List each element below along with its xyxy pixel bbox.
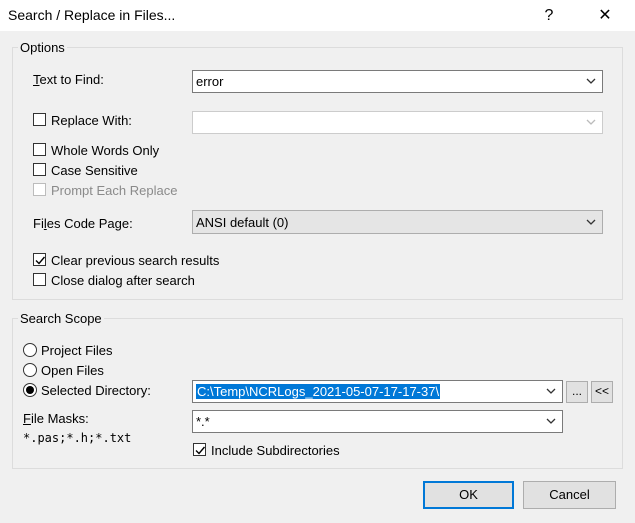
close-icon: ✕ xyxy=(598,7,612,24)
radio-dot xyxy=(26,386,34,394)
chevron-down-icon xyxy=(586,119,596,125)
directory-value-text: C:\Temp\NCRLogs_2021-05-07-17-17-37\ xyxy=(196,384,441,399)
whole-words-label: Whole Words Only xyxy=(51,143,160,158)
scope-legend: Search Scope xyxy=(18,311,104,326)
text-to-find-value[interactable]: error xyxy=(196,74,223,89)
project-files-radio[interactable] xyxy=(23,343,37,357)
text-to-find-combo[interactable]: error xyxy=(192,70,603,93)
checkmark-icon xyxy=(195,446,206,455)
open-files-label: Open Files xyxy=(41,363,104,378)
text-to-find-label: Text to Find: xyxy=(33,72,104,87)
code-page-value[interactable]: ANSI default (0) xyxy=(196,215,289,230)
directory-combo[interactable]: C:\Temp\NCRLogs_2021-05-07-17-17-37\ xyxy=(192,380,563,403)
code-page-label: Files Code Page: xyxy=(33,216,133,231)
options-legend: Options xyxy=(18,40,67,55)
clear-results-checkbox[interactable] xyxy=(33,253,46,266)
prompt-each-label: Prompt Each Replace xyxy=(51,183,178,198)
prompt-each-checkbox xyxy=(33,183,46,196)
help-button[interactable]: ? xyxy=(526,0,572,31)
chevron-down-icon xyxy=(546,418,556,424)
chevron-down-icon[interactable] xyxy=(586,78,596,85)
include-subdirs-label: Include Subdirectories xyxy=(211,443,340,458)
browse-button[interactable]: ... xyxy=(566,381,588,403)
window-title: Search / Replace in Files... xyxy=(8,7,176,23)
directory-value[interactable]: C:\Temp\NCRLogs_2021-05-07-17-17-37\ xyxy=(196,384,441,399)
include-subdirs-checkbox[interactable] xyxy=(193,443,206,456)
expand-button[interactable]: << xyxy=(591,381,613,403)
clear-results-label: Clear previous search results xyxy=(51,253,220,268)
selected-directory-radio[interactable] xyxy=(23,383,37,397)
chevron-down-icon xyxy=(586,219,596,225)
ok-button[interactable]: OK xyxy=(423,481,514,509)
help-icon: ? xyxy=(544,7,554,24)
file-masks-hint: *.pas;*.h;*.txt xyxy=(23,431,132,445)
close-after-checkbox[interactable] xyxy=(33,273,46,286)
case-sensitive-label: Case Sensitive xyxy=(51,163,138,178)
whole-words-checkbox[interactable] xyxy=(33,143,46,156)
checkmark-icon xyxy=(35,256,46,265)
project-files-label: Project Files xyxy=(41,343,113,358)
cancel-button[interactable]: Cancel xyxy=(523,481,616,509)
close-after-label: Close dialog after search xyxy=(51,273,195,288)
replace-with-checkbox[interactable] xyxy=(33,113,46,126)
case-sensitive-checkbox[interactable] xyxy=(33,163,46,176)
code-page-dropdown[interactable]: ANSI default (0) xyxy=(192,210,603,234)
close-button[interactable]: ✕ xyxy=(582,0,628,31)
chevron-down-icon xyxy=(546,388,556,394)
file-masks-value[interactable]: *.* xyxy=(196,414,210,429)
file-masks-label: File Masks: xyxy=(23,411,89,426)
file-masks-combo[interactable]: *.* xyxy=(192,410,563,433)
selected-directory-label: Selected Directory: xyxy=(41,383,151,398)
replace-with-combo[interactable] xyxy=(192,111,603,134)
replace-with-label: Replace With: xyxy=(51,113,132,128)
open-files-radio[interactable] xyxy=(23,363,37,377)
